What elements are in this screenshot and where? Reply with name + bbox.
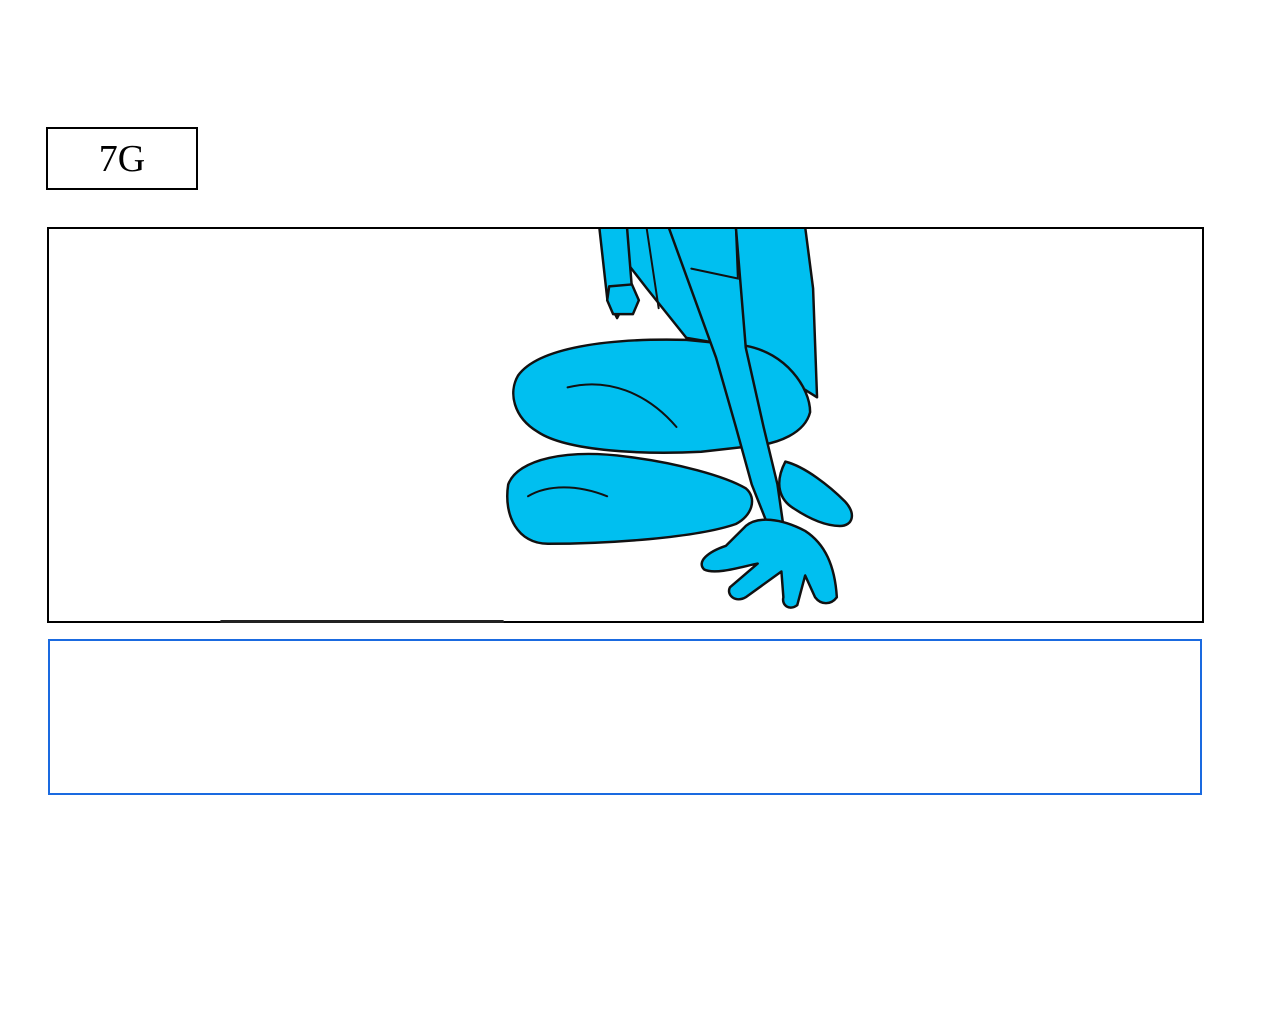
crouching-figure-illustration bbox=[506, 229, 854, 609]
ground-line bbox=[220, 620, 504, 623]
panel-notes-field[interactable] bbox=[48, 639, 1202, 795]
shot-number-label: 7G bbox=[46, 127, 198, 190]
storyboard-panel[interactable] bbox=[47, 227, 1204, 623]
shot-number-text: 7G bbox=[98, 137, 146, 180]
